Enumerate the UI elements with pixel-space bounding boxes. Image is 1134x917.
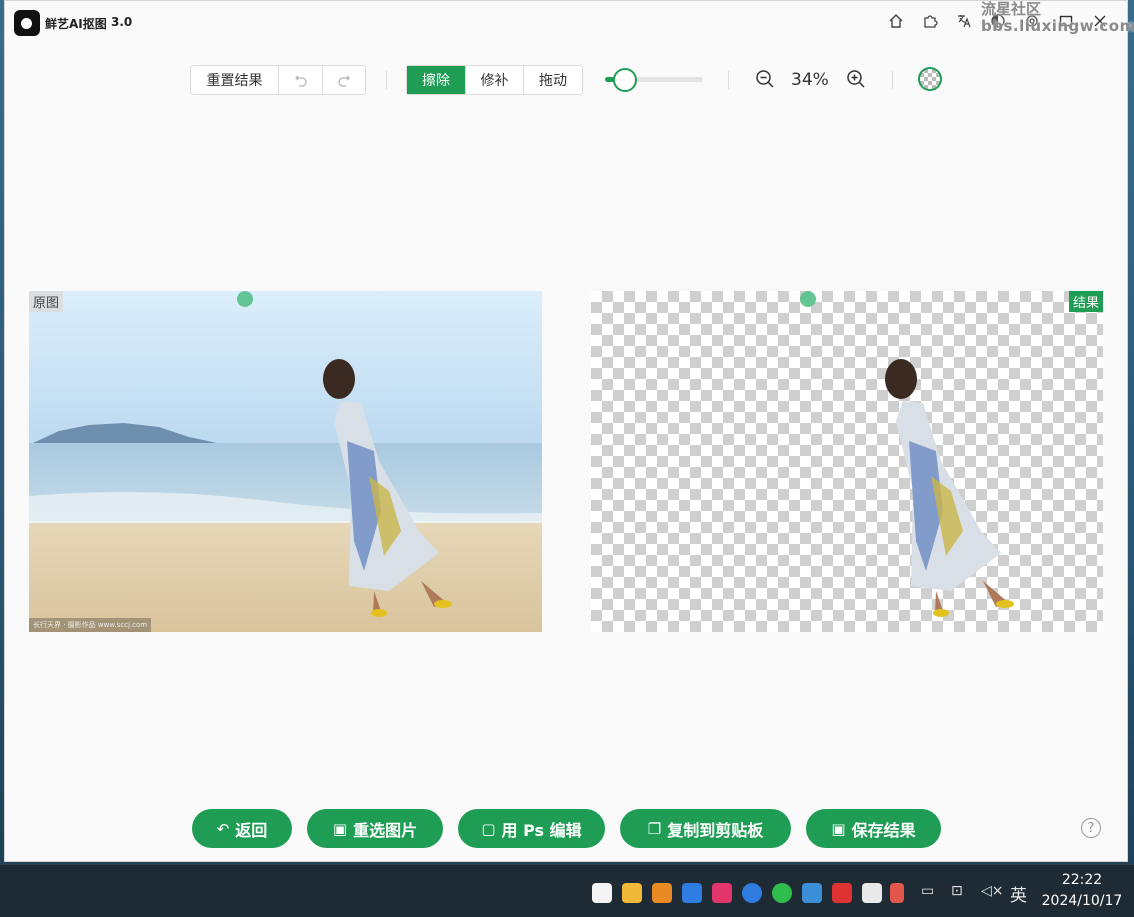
brush-size-thumb[interactable] [612, 68, 637, 92]
reset-result-button[interactable]: 重置结果 [191, 66, 279, 94]
home-icon[interactable] [879, 11, 913, 31]
clock-time: 22:22 [1061, 872, 1103, 888]
toolbar-divider [386, 71, 387, 89]
wechat-icon[interactable] [772, 883, 792, 903]
app-logo-icon [14, 10, 40, 36]
watermark-line2: bbs.liuxingw.com [981, 17, 1134, 35]
copy-icon: ❐ [647, 819, 662, 838]
tray-app-icon[interactable] [832, 883, 852, 903]
edit-in-ps-label: 用 Ps 编辑 [501, 820, 582, 840]
zoom-in-button[interactable] [844, 67, 868, 91]
history-group: 重置结果 [190, 65, 366, 95]
image-add-icon: ▣ [332, 819, 348, 838]
clock-date: 2024/10/17 [1041, 893, 1123, 909]
reselect-image-button[interactable]: ▣ 重选图片 [307, 809, 443, 848]
watermark: 流星社区 bbs.liuxingw.com [981, 1, 1134, 35]
result-image-panel[interactable]: 结果 [591, 291, 1103, 632]
volume-mute-icon[interactable]: ◁× [981, 883, 1004, 899]
tray-app-icon[interactable] [890, 883, 904, 903]
redo-button[interactable] [323, 66, 365, 94]
copy-to-clipboard-button[interactable]: ❐ 复制到剪贴板 [620, 809, 791, 848]
undo-button[interactable] [279, 66, 323, 94]
original-image-panel[interactable]: 原图 长行天界 · 摄影作品 www.sccj.com [29, 291, 542, 632]
watermark-line1: 流星社区 [981, 0, 1042, 18]
photo-caption: 长行天界 · 摄影作品 www.sccj.com [29, 618, 152, 632]
zoom-in-icon [847, 70, 865, 88]
cloud-icon[interactable] [742, 883, 762, 903]
tray-app-icon[interactable] [592, 883, 612, 903]
save-result-button[interactable]: ▣ 保存结果 [806, 809, 941, 848]
mode-erase-button[interactable]: 擦除 [407, 66, 466, 94]
brush-size-slider[interactable] [605, 68, 703, 92]
app-version: 3.0 [111, 15, 133, 29]
compare-handle-dot[interactable] [800, 291, 816, 307]
redo-icon [338, 75, 350, 87]
undo-icon [294, 75, 307, 87]
zoom-level: 34% [791, 70, 829, 90]
help-icon[interactable]: ? [1081, 818, 1101, 838]
back-label: 返回 [235, 820, 268, 840]
network-icon[interactable]: ⊡ [951, 883, 963, 899]
copy-to-clipboard-label: 复制到剪贴板 [667, 820, 764, 840]
mode-group: 擦除 修补 拖动 [406, 65, 583, 95]
original-label: 原图 [29, 291, 64, 312]
back-icon: ↶ [216, 819, 230, 838]
app-window: 鲜艺AI抠图 3.0 流星社区 bbs.liuxingw.com 重置结果 擦除… [4, 0, 1134, 862]
tray-app-icon[interactable] [712, 883, 732, 903]
save-image-icon: ▣ [831, 819, 846, 838]
shield-icon[interactable] [652, 883, 672, 903]
taskbar: ▭ ⊡ ◁× 英 [0, 864, 1134, 917]
zoom-out-icon [756, 70, 774, 88]
toolbar-divider [728, 71, 729, 89]
transparent-bg-icon[interactable] [918, 67, 942, 91]
mode-drag-button[interactable]: 拖动 [524, 66, 582, 94]
tray-app-icon[interactable] [802, 883, 822, 903]
toolbar-divider [892, 71, 893, 89]
result-cutout [885, 359, 1014, 617]
translate-icon[interactable] [947, 11, 981, 31]
reselect-image-label: 重选图片 [353, 820, 418, 840]
title-bar: 鲜艺AI抠图 3.0 流星社区 bbs.liuxingw.com [5, 1, 1134, 43]
save-result-label: 保存结果 [851, 820, 916, 840]
compare-handle-dot[interactable] [237, 291, 253, 307]
clock[interactable]: 22:22 2024/10/17 [1036, 870, 1128, 912]
input-method[interactable]: 英 [1010, 881, 1027, 906]
result-label: 结果 [1068, 291, 1103, 312]
original-photo [29, 291, 542, 632]
zoom-out-button[interactable] [753, 67, 777, 91]
back-button[interactable]: ↶ 返回 [192, 809, 292, 848]
app-title: 鲜艺AI抠图 [45, 17, 107, 31]
folder-icon[interactable] [622, 883, 642, 903]
tray-app-icon[interactable] [862, 883, 882, 903]
box-icon[interactable] [682, 883, 702, 903]
photoshop-icon: ▢ [481, 819, 496, 838]
edit-in-ps-button[interactable]: ▢ 用 Ps 编辑 [458, 809, 605, 848]
mode-repair-button[interactable]: 修补 [466, 66, 524, 94]
battery-icon[interactable]: ▭ [921, 883, 934, 899]
puzzle-icon[interactable] [913, 11, 947, 31]
